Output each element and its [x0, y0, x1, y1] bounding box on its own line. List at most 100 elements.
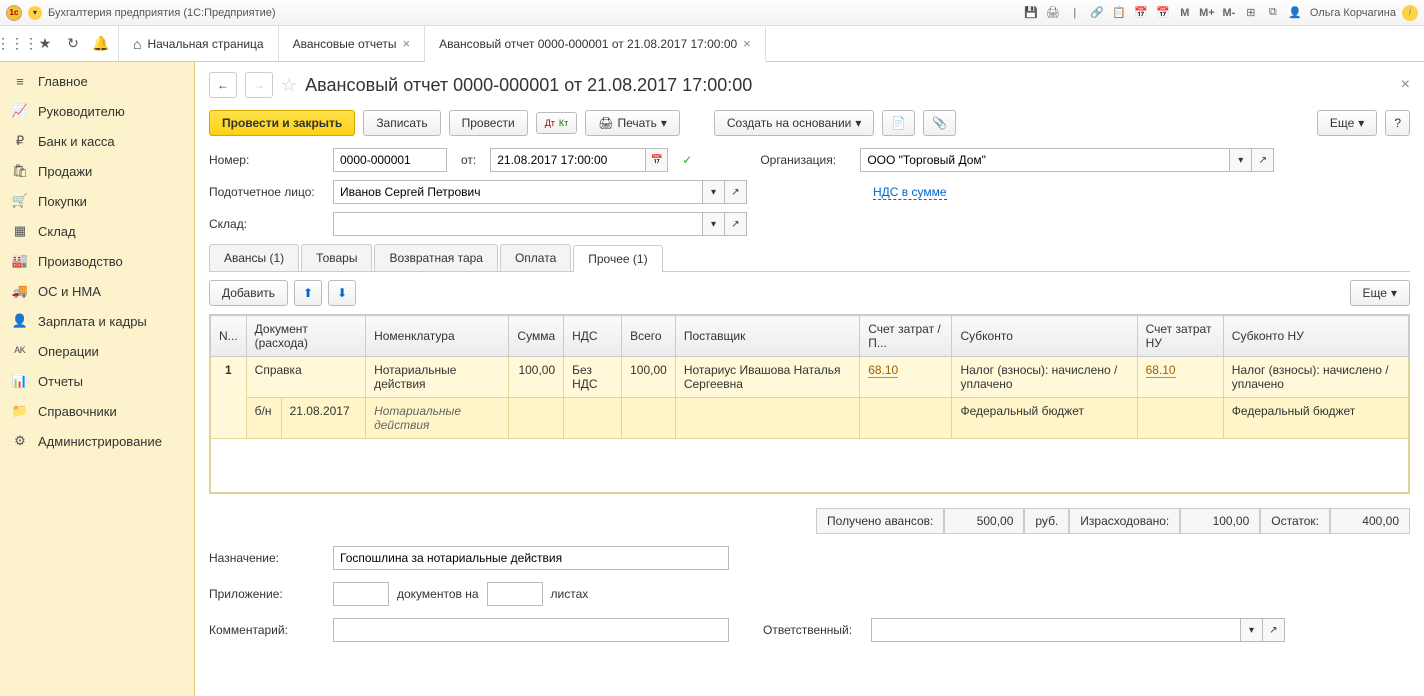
docs-count-input[interactable]	[333, 582, 389, 606]
create-based-button[interactable]: Создать на основании ▾	[714, 110, 875, 136]
purpose-input[interactable]	[333, 546, 729, 570]
m-plus-button[interactable]: M+	[1198, 4, 1216, 22]
post-close-button[interactable]: Провести и закрыть	[209, 110, 355, 136]
person-input[interactable]	[333, 180, 703, 204]
open-icon[interactable]: ↗	[1252, 148, 1274, 172]
table-more-button[interactable]: Еще ▾	[1350, 280, 1410, 306]
col-total[interactable]: Всего	[622, 316, 676, 357]
tab-home[interactable]: ⌂ Начальная страница	[119, 26, 279, 61]
add-button[interactable]: Добавить	[209, 280, 288, 306]
clipboard-icon[interactable]: 📋	[1110, 4, 1128, 22]
table-row[interactable]: 1 Справка Нотариальные действия 100,00 Б…	[211, 357, 1409, 398]
open-icon[interactable]: ↗	[725, 180, 747, 204]
responsible-label: Ответственный:	[763, 623, 863, 637]
spent-label: Израсходовано:	[1069, 508, 1180, 534]
dropdown-icon[interactable]: ▾	[703, 212, 725, 236]
received-label: Получено авансов:	[816, 508, 944, 534]
apps-icon[interactable]: ⋮⋮⋮	[4, 31, 30, 57]
history-icon[interactable]: ↻	[60, 31, 86, 57]
sidebar-item-warehouse[interactable]: ▦Склад	[0, 216, 194, 246]
link-icon[interactable]: 🔗	[1088, 4, 1106, 22]
sidebar-item-operations[interactable]: ᴬᴷОперации	[0, 336, 194, 366]
close-doc-button[interactable]: ×	[1401, 76, 1410, 94]
ops-icon: ᴬᴷ	[12, 343, 28, 359]
tab-doc[interactable]: Авансовый отчет 0000-000001 от 21.08.201…	[425, 27, 766, 62]
col-doc[interactable]: Документ (расхода)	[246, 316, 365, 357]
comment-label: Комментарий:	[209, 623, 325, 637]
col-acct[interactable]: Счет затрат / П...	[860, 316, 952, 357]
print-icon[interactable]: 🖨	[1044, 4, 1062, 22]
save-icon[interactable]: 💾	[1022, 4, 1040, 22]
sidebar-item-sales[interactable]: 🛍Продажи	[0, 156, 194, 186]
tab-advances[interactable]: Авансы (1)	[209, 244, 299, 271]
open-icon[interactable]: ↗	[1263, 618, 1285, 642]
move-down-button[interactable]: ⬇	[328, 280, 356, 306]
sidebar-item-bank[interactable]: ₽Банк и касса	[0, 126, 194, 156]
tab-goods[interactable]: Товары	[301, 244, 372, 271]
close-icon[interactable]: ×	[743, 36, 751, 51]
number-input[interactable]	[333, 148, 447, 172]
save-button[interactable]: Записать	[363, 110, 440, 136]
col-sum[interactable]: Сумма	[509, 316, 564, 357]
vat-link[interactable]: НДС в сумме	[873, 185, 947, 200]
tab-payment[interactable]: Оплата	[500, 244, 571, 271]
col-subk-nu[interactable]: Субконто НУ	[1223, 316, 1408, 357]
tab-other[interactable]: Прочее (1)	[573, 245, 662, 272]
grid[interactable]: N... Документ (расхода) Номенклатура Сум…	[209, 314, 1410, 494]
tab-reports[interactable]: Авансовые отчеты ×	[279, 26, 426, 61]
col-subk[interactable]: Субконто	[952, 316, 1137, 357]
calc-icon[interactable]: 📅	[1154, 4, 1172, 22]
m-button[interactable]: M	[1176, 4, 1194, 22]
info-icon[interactable]: i	[1402, 5, 1418, 21]
nav-back-button[interactable]: ←	[209, 72, 237, 98]
more-button[interactable]: Еще ▾	[1317, 110, 1377, 136]
date-input[interactable]	[490, 148, 646, 172]
dropdown-icon[interactable]: ▾	[28, 6, 42, 20]
tab-tare[interactable]: Возвратная тара	[374, 244, 498, 271]
col-nomen[interactable]: Номенклатура	[366, 316, 509, 357]
dt-kt-button[interactable]: ДтКт	[536, 112, 578, 134]
print-button[interactable]: 🖨 Печать ▾	[585, 110, 680, 136]
sidebar-item-admin[interactable]: ⚙Администрирование	[0, 426, 194, 456]
sidebar-item-reports[interactable]: 📊Отчеты	[0, 366, 194, 396]
col-supplier[interactable]: Поставщик	[675, 316, 859, 357]
move-up-button[interactable]: ⬆	[294, 280, 322, 306]
dropdown-icon[interactable]: ▾	[703, 180, 725, 204]
dropdown-icon[interactable]: ▾	[1230, 148, 1252, 172]
warehouse-input[interactable]	[333, 212, 703, 236]
col-n[interactable]: N...	[211, 316, 247, 357]
favorite-icon[interactable]: ☆	[281, 75, 297, 96]
user-name[interactable]: Ольга Корчагина	[1310, 7, 1396, 19]
nav-forward-button[interactable]: →	[245, 72, 273, 98]
open-icon[interactable]: ↗	[725, 212, 747, 236]
star-icon[interactable]: ★	[32, 31, 58, 57]
sidebar-item-catalogs[interactable]: 📁Справочники	[0, 396, 194, 426]
grid-icon[interactable]: ⊞	[1242, 4, 1260, 22]
calendar-icon[interactable]: 📅	[646, 148, 668, 172]
post-button[interactable]: Провести	[449, 110, 528, 136]
dropdown-icon[interactable]: ▾	[1241, 618, 1263, 642]
comment-input[interactable]	[333, 618, 729, 642]
sheets-count-input[interactable]	[487, 582, 543, 606]
sidebar-item-main[interactable]: ≡Главное	[0, 66, 194, 96]
doc-icon-button[interactable]: 📄	[882, 110, 915, 136]
col-acct-nu[interactable]: Счет затрат НУ	[1137, 316, 1223, 357]
title-icons: 💾 🖨 | 🔗 📋 📅 📅 M M+ M- ⊞ ⧉ 👤	[1022, 4, 1304, 22]
close-icon[interactable]: ×	[403, 36, 411, 51]
window-icon[interactable]: ⧉	[1264, 4, 1282, 22]
help-button[interactable]: ?	[1385, 110, 1410, 136]
attach-button[interactable]: 📎	[923, 110, 956, 136]
sidebar-item-hr[interactable]: 👤Зарплата и кадры	[0, 306, 194, 336]
col-vat[interactable]: НДС	[564, 316, 622, 357]
m-minus-button[interactable]: M-	[1220, 4, 1238, 22]
org-input[interactable]	[860, 148, 1230, 172]
sidebar-item-purchase[interactable]: 🛒Покупки	[0, 186, 194, 216]
home-icon: ⌂	[133, 36, 141, 52]
responsible-input[interactable]	[871, 618, 1241, 642]
calendar-icon[interactable]: 📅	[1132, 4, 1150, 22]
sidebar-item-production[interactable]: 🏭Производство	[0, 246, 194, 276]
table-row[interactable]: б/н 21.08.2017 Нотариальные действия Фед…	[211, 398, 1409, 439]
sidebar-item-manager[interactable]: 📈Руководителю	[0, 96, 194, 126]
sidebar-item-assets[interactable]: 🚚ОС и НМА	[0, 276, 194, 306]
bell-icon[interactable]: 🔔	[88, 31, 114, 57]
